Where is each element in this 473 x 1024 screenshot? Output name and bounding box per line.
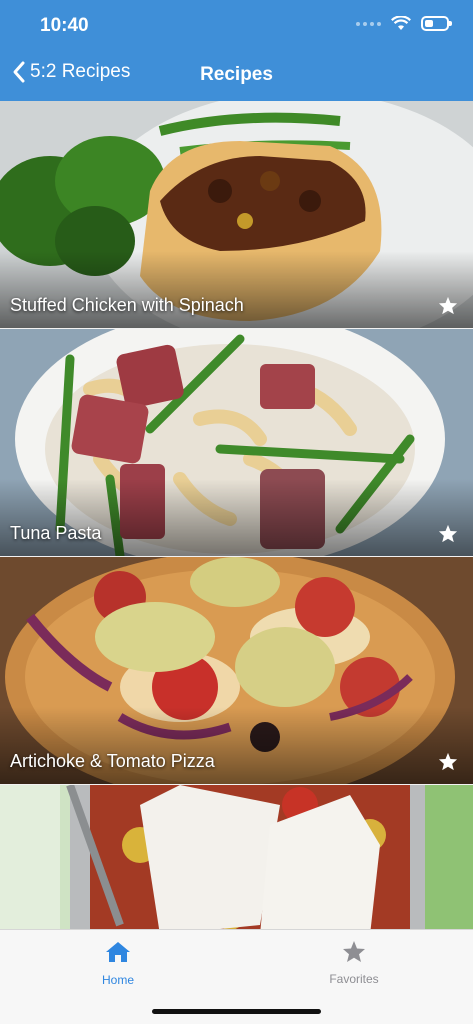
tab-favorites-label: Favorites bbox=[329, 972, 379, 986]
page-title: Recipes bbox=[200, 64, 273, 85]
recipe-card[interactable]: Tuna Pasta bbox=[0, 329, 473, 556]
status-icons bbox=[356, 16, 452, 31]
recipe-title: Tuna Pasta bbox=[10, 523, 102, 543]
favorite-star-icon[interactable] bbox=[438, 524, 458, 543]
favorite-star-icon[interactable] bbox=[438, 296, 458, 315]
home-icon bbox=[106, 942, 130, 962]
recipe-card[interactable]: Stuffed Chicken with Spinach bbox=[0, 101, 473, 328]
navigation-header: 10:40 5:2 Recipes Recipes bbox=[0, 0, 473, 101]
recipe-photo bbox=[0, 557, 473, 784]
cellular-signal-icon bbox=[356, 21, 381, 26]
recipe-photo bbox=[0, 101, 473, 328]
recipe-list[interactable]: Stuffed Chicken with Spinach Tuna Pasta … bbox=[0, 101, 473, 929]
wifi-icon bbox=[391, 16, 411, 30]
favorite-star-icon[interactable] bbox=[438, 752, 458, 771]
star-icon bbox=[343, 941, 365, 962]
tab-favorites[interactable]: Favorites bbox=[294, 940, 414, 986]
tab-home-label: Home bbox=[101, 973, 134, 987]
recipe-photo bbox=[0, 785, 473, 929]
tab-home[interactable]: Home bbox=[58, 940, 178, 987]
battery-level bbox=[425, 20, 433, 27]
recipe-card[interactable]: Artichoke & Tomato Pizza bbox=[0, 557, 473, 784]
home-indicator bbox=[152, 1009, 321, 1014]
battery-icon bbox=[421, 16, 452, 31]
recipe-title: Artichoke & Tomato Pizza bbox=[10, 751, 215, 771]
recipe-card[interactable] bbox=[0, 785, 473, 929]
status-time: 10:40 bbox=[40, 15, 89, 36]
recipe-photo bbox=[0, 329, 473, 556]
recipe-title: Stuffed Chicken with Spinach bbox=[10, 295, 244, 315]
